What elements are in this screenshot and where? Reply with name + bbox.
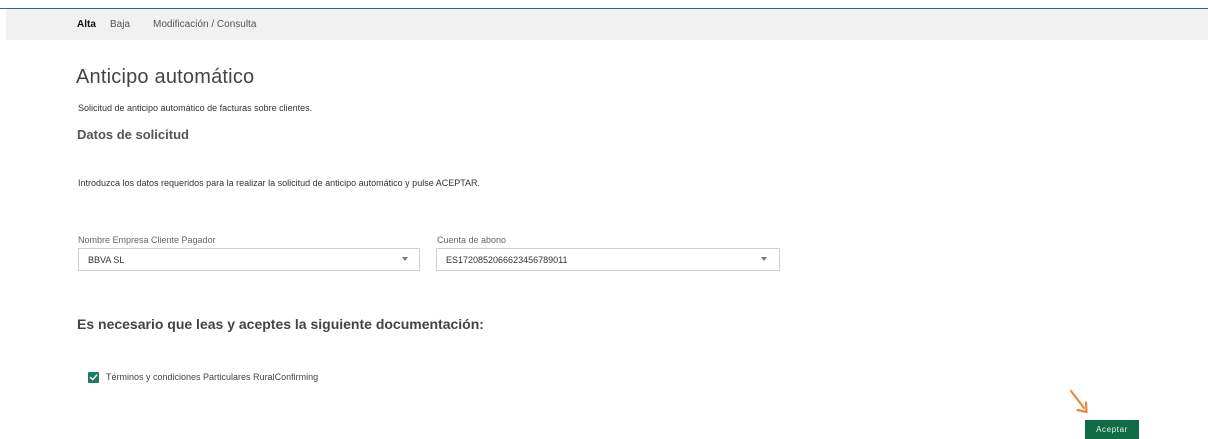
documentation-heading: Es necesario que leas y aceptes la sigui… <box>77 316 484 332</box>
company-select[interactable]: BBVA SL <box>78 248 420 271</box>
company-field-label: Nombre Empresa Cliente Pagador <box>78 235 216 245</box>
arrow-icon <box>1069 389 1088 414</box>
tab-modificacion-consulta[interactable]: Modificación / Consulta <box>153 9 256 40</box>
chevron-down-icon <box>402 257 408 261</box>
instructions-text: Introduzca los datos requeridos para la … <box>78 178 481 188</box>
chevron-down-icon <box>761 257 767 261</box>
tab-baja[interactable]: Baja <box>110 9 130 40</box>
accept-button[interactable]: Aceptar <box>1085 420 1139 439</box>
terms-checkbox[interactable] <box>88 372 99 383</box>
account-select[interactable]: ES1720852066623456789011 <box>436 248 780 271</box>
check-icon <box>89 374 98 381</box>
section-title: Datos de solicitud <box>77 127 189 142</box>
account-select-value: ES1720852066623456789011 <box>446 255 568 265</box>
page-title: Anticipo automático <box>76 66 255 88</box>
tab-bar: Alta Baja Modificación / Consulta <box>6 9 1208 40</box>
company-select-value: BBVA SL <box>88 255 125 265</box>
page-description: Solicitud de anticipo automático de fact… <box>78 103 313 113</box>
terms-label: Términos y condiciones Particulares Rura… <box>106 372 319 382</box>
tab-alta[interactable]: Alta <box>77 9 96 40</box>
account-field-label: Cuenta de abono <box>437 235 507 245</box>
